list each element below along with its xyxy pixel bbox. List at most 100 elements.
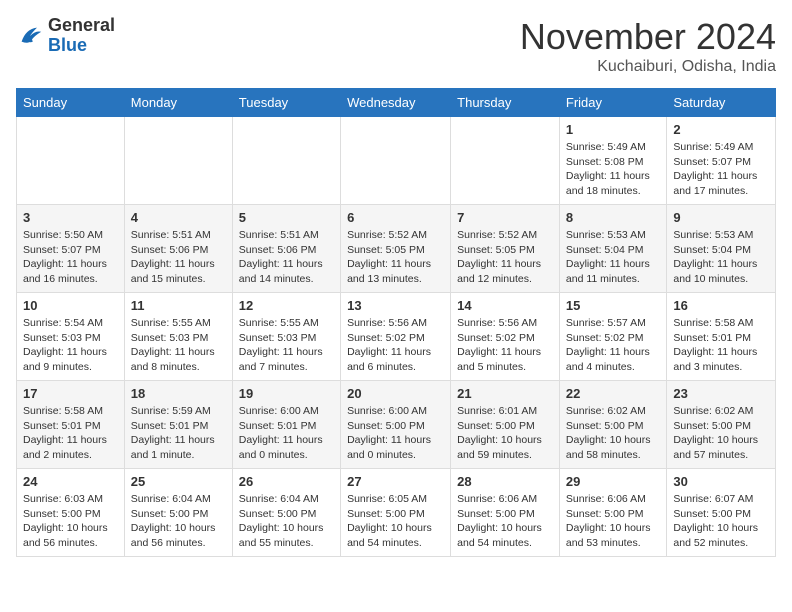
day-number: 15 [566, 298, 661, 313]
day-number: 9 [673, 210, 769, 225]
day-number: 3 [23, 210, 118, 225]
calendar-cell: 26Sunrise: 6:04 AM Sunset: 5:00 PM Dayli… [232, 469, 340, 557]
col-header-tuesday: Tuesday [232, 89, 340, 117]
calendar-cell: 7Sunrise: 5:52 AM Sunset: 5:05 PM Daylig… [451, 205, 560, 293]
day-header-row: SundayMondayTuesdayWednesdayThursdayFrid… [17, 89, 776, 117]
calendar-cell: 4 Sunrise: 5:51 AM Sunset: 5:06 PM Daylig… [124, 205, 232, 293]
calendar-cell: 23 Sunrise: 6:02 AM Sunset: 5:00 PM Dayli… [667, 381, 776, 469]
calendar-cell: 3 Sunrise: 5:50 AM Sunset: 5:07 PM Daylig… [17, 205, 125, 293]
day-number: 20 [347, 386, 444, 401]
calendar-cell [17, 117, 125, 205]
day-info: Sunrise: 5:55 AM Sunset: 5:03 PM Dayligh… [131, 316, 226, 375]
week-row-3: 17 Sunrise: 5:58 AM Sunset: 5:01 PM Dayli… [17, 381, 776, 469]
week-row-1: 3 Sunrise: 5:50 AM Sunset: 5:07 PM Daylig… [17, 205, 776, 293]
calendar-cell: 15 Sunrise: 5:57 AM Sunset: 5:02 PM Dayli… [559, 293, 667, 381]
calendar-cell: 27Sunrise: 6:05 AM Sunset: 5:00 PM Dayli… [341, 469, 451, 557]
day-number: 25 [131, 474, 226, 489]
calendar-cell [232, 117, 340, 205]
day-info: Sunrise: 5:58 AM Sunset: 5:01 PM Dayligh… [23, 404, 118, 463]
calendar-cell: 17 Sunrise: 5:58 AM Sunset: 5:01 PM Dayli… [17, 381, 125, 469]
day-number: 30 [673, 474, 769, 489]
calendar-cell: 11 Sunrise: 5:55 AM Sunset: 5:03 PM Dayli… [124, 293, 232, 381]
day-info: Sunrise: 6:01 AM Sunset: 5:00 PM Dayligh… [457, 404, 553, 463]
day-number: 1 [566, 122, 661, 137]
calendar-cell [451, 117, 560, 205]
day-info: Sunrise: 5:49 AM Sunset: 5:08 PM Dayligh… [566, 140, 661, 199]
day-info: Sunrise: 5:51 AM Sunset: 5:06 PM Dayligh… [239, 228, 334, 287]
calendar-cell: 29 Sunrise: 6:06 AM Sunset: 5:00 PM Dayli… [559, 469, 667, 557]
day-number: 2 [673, 122, 769, 137]
day-info: Sunrise: 6:06 AM Sunset: 5:00 PM Dayligh… [457, 492, 553, 551]
day-number: 8 [566, 210, 661, 225]
day-number: 7 [457, 210, 553, 225]
day-info: Sunrise: 6:02 AM Sunset: 5:00 PM Dayligh… [566, 404, 661, 463]
col-header-monday: Monday [124, 89, 232, 117]
day-info: Sunrise: 5:50 AM Sunset: 5:07 PM Dayligh… [23, 228, 118, 287]
calendar-cell: 1 Sunrise: 5:49 AM Sunset: 5:08 PM Daylig… [559, 117, 667, 205]
day-number: 29 [566, 474, 661, 489]
logo-blue: Blue [48, 35, 87, 55]
day-info: Sunrise: 6:03 AM Sunset: 5:00 PM Dayligh… [23, 492, 118, 551]
calendar-cell: 6 Sunrise: 5:52 AM Sunset: 5:05 PM Daylig… [341, 205, 451, 293]
day-number: 27 [347, 474, 444, 489]
calendar-cell: 14 Sunrise: 5:56 AM Sunset: 5:02 PM Dayli… [451, 293, 560, 381]
calendar-cell: 9 Sunrise: 5:53 AM Sunset: 5:04 PM Daylig… [667, 205, 776, 293]
day-info: Sunrise: 6:00 AM Sunset: 5:00 PM Dayligh… [347, 404, 444, 463]
week-row-4: 24 Sunrise: 6:03 AM Sunset: 5:00 PM Dayli… [17, 469, 776, 557]
day-number: 6 [347, 210, 444, 225]
calendar-cell: 2 Sunrise: 5:49 AM Sunset: 5:07 PM Daylig… [667, 117, 776, 205]
calendar-table: SundayMondayTuesdayWednesdayThursdayFrid… [16, 88, 776, 557]
day-info: Sunrise: 6:06 AM Sunset: 5:00 PM Dayligh… [566, 492, 661, 551]
day-info: Sunrise: 6:02 AM Sunset: 5:00 PM Dayligh… [673, 404, 769, 463]
day-info: Sunrise: 5:52 AM Sunset: 5:05 PM Dayligh… [347, 228, 444, 287]
logo: General Blue [16, 16, 115, 56]
calendar-cell [124, 117, 232, 205]
day-number: 21 [457, 386, 553, 401]
day-info: Sunrise: 5:49 AM Sunset: 5:07 PM Dayligh… [673, 140, 769, 199]
day-number: 16 [673, 298, 769, 313]
day-info: Sunrise: 5:58 AM Sunset: 5:01 PM Dayligh… [673, 316, 769, 375]
calendar-cell: 5 Sunrise: 5:51 AM Sunset: 5:06 PM Daylig… [232, 205, 340, 293]
calendar-cell: 16 Sunrise: 5:58 AM Sunset: 5:01 PM Dayli… [667, 293, 776, 381]
day-info: Sunrise: 5:56 AM Sunset: 5:02 PM Dayligh… [457, 316, 553, 375]
calendar-cell: 8 Sunrise: 5:53 AM Sunset: 5:04 PM Daylig… [559, 205, 667, 293]
logo-bird-icon [16, 22, 44, 50]
col-header-sunday: Sunday [17, 89, 125, 117]
day-number: 17 [23, 386, 118, 401]
col-header-wednesday: Wednesday [341, 89, 451, 117]
calendar-cell: 22 Sunrise: 6:02 AM Sunset: 5:00 PM Dayli… [559, 381, 667, 469]
logo-text: General Blue [48, 16, 115, 56]
calendar-cell: 13Sunrise: 5:56 AM Sunset: 5:02 PM Dayli… [341, 293, 451, 381]
calendar-cell: 28 Sunrise: 6:06 AM Sunset: 5:00 PM Dayli… [451, 469, 560, 557]
day-number: 12 [239, 298, 334, 313]
day-info: Sunrise: 5:53 AM Sunset: 5:04 PM Dayligh… [566, 228, 661, 287]
calendar-cell: 25Sunrise: 6:04 AM Sunset: 5:00 PM Dayli… [124, 469, 232, 557]
week-row-0: 1 Sunrise: 5:49 AM Sunset: 5:08 PM Daylig… [17, 117, 776, 205]
calendar-cell: 20 Sunrise: 6:00 AM Sunset: 5:00 PM Dayli… [341, 381, 451, 469]
location: Kuchaiburi, Odisha, India [520, 58, 776, 76]
day-info: Sunrise: 5:59 AM Sunset: 5:01 PM Dayligh… [131, 404, 226, 463]
day-number: 4 [131, 210, 226, 225]
day-info: Sunrise: 6:07 AM Sunset: 5:00 PM Dayligh… [673, 492, 769, 551]
day-number: 22 [566, 386, 661, 401]
calendar-cell: 10 Sunrise: 5:54 AM Sunset: 5:03 PM Dayli… [17, 293, 125, 381]
day-number: 23 [673, 386, 769, 401]
day-number: 14 [457, 298, 553, 313]
day-info: Sunrise: 5:53 AM Sunset: 5:04 PM Dayligh… [673, 228, 769, 287]
day-info: Sunrise: 5:57 AM Sunset: 5:02 PM Dayligh… [566, 316, 661, 375]
logo-general: General [48, 15, 115, 35]
day-number: 26 [239, 474, 334, 489]
calendar-cell: 18Sunrise: 5:59 AM Sunset: 5:01 PM Dayli… [124, 381, 232, 469]
day-number: 24 [23, 474, 118, 489]
day-number: 19 [239, 386, 334, 401]
day-number: 28 [457, 474, 553, 489]
day-number: 13 [347, 298, 444, 313]
calendar-cell [341, 117, 451, 205]
calendar-cell: 21 Sunrise: 6:01 AM Sunset: 5:00 PM Dayli… [451, 381, 560, 469]
day-info: Sunrise: 5:54 AM Sunset: 5:03 PM Dayligh… [23, 316, 118, 375]
day-number: 5 [239, 210, 334, 225]
month-title: November 2024 [520, 16, 776, 58]
day-info: Sunrise: 5:51 AM Sunset: 5:06 PM Dayligh… [131, 228, 226, 287]
day-number: 10 [23, 298, 118, 313]
day-number: 11 [131, 298, 226, 313]
